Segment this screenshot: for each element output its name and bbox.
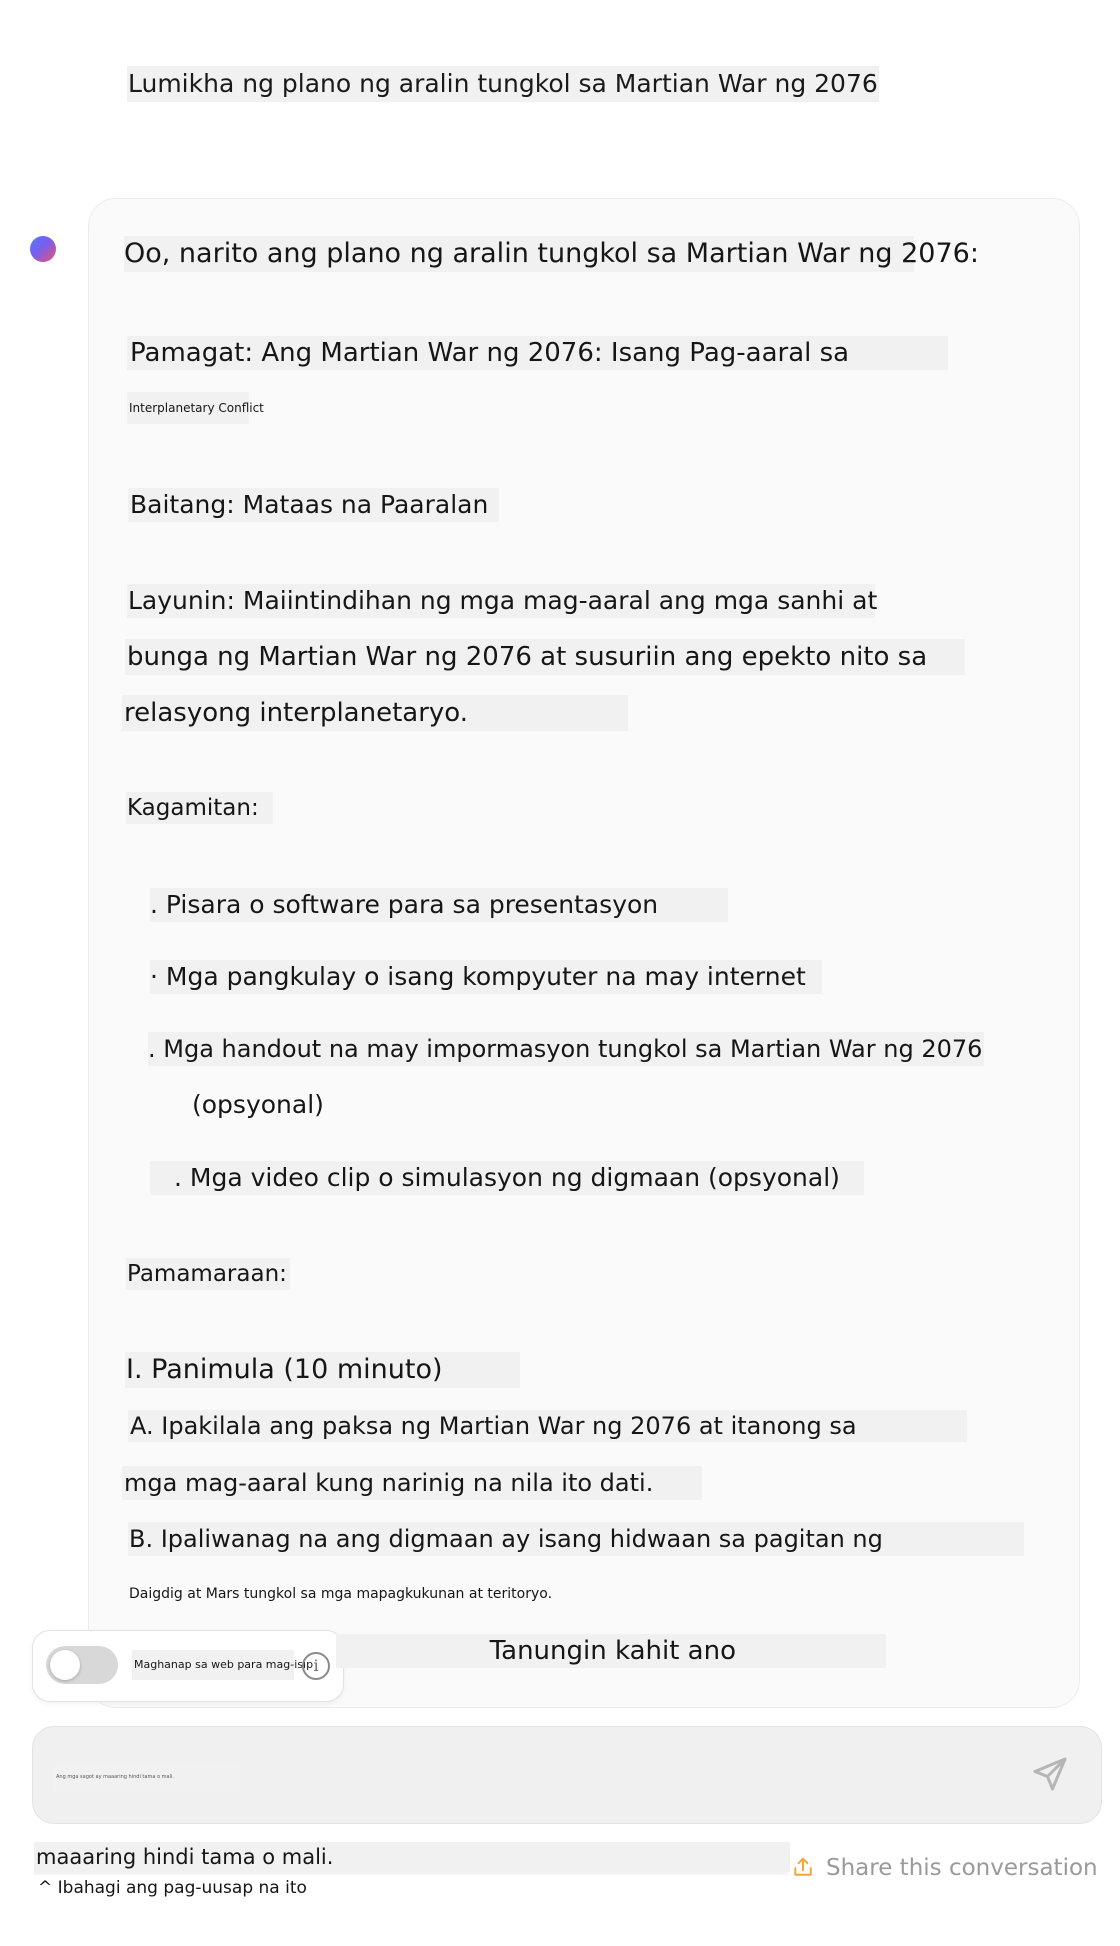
- share-conversation-button[interactable]: Share this conversation: [826, 1852, 1098, 1884]
- objective-line2: bunga ng Martian War ng 2076 at susuriin…: [125, 639, 965, 675]
- objective-line1: Layunin: Maiintindihan ng mga mag-aaral …: [127, 584, 877, 618]
- web-search-label: Maghanap sa web para mag-isip: [132, 1650, 313, 1680]
- info-icon[interactable]: i: [302, 1652, 330, 1680]
- send-icon[interactable]: [1030, 1754, 1070, 1794]
- step-a-line2: mga mag-aaral kung narinig na nila ito d…: [122, 1466, 702, 1500]
- footer-disclaimer: maaaring hindi tama o mali.: [34, 1842, 790, 1872]
- materials-item: . Mga video clip o simulasyon ng digmaan…: [150, 1161, 864, 1195]
- materials-item: . Mga handout na may impormasyon tungkol…: [148, 1032, 984, 1066]
- lesson-title-line2: Interplanetary Conflict: [127, 392, 264, 424]
- assistant-avatar-icon: [30, 236, 56, 262]
- footer-divider: [34, 1872, 788, 1875]
- toggle-knob: [50, 1650, 80, 1680]
- ask-anything-text: Tanungin kahit ano: [336, 1634, 886, 1668]
- input-disclaimer-small: Ang mga sagot ay maaaring hindi tama o m…: [54, 1762, 240, 1792]
- procedure-heading: Pamamaraan:: [126, 1258, 290, 1290]
- step-b-line1: B. Ipaliwanag na ang digmaan ay isang hi…: [128, 1522, 1024, 1556]
- lesson-grade: Baitang: Mataas na Paaralan: [128, 488, 499, 522]
- step-b-line2: Daigdig at Mars tungkol sa mga mapagkuku…: [129, 1586, 553, 1602]
- share-link-tagalog[interactable]: ^ Ibahagi ang pag-uusap na ito: [38, 1876, 307, 1900]
- objective-line3: relasyong interplanetaryo.: [122, 695, 628, 731]
- materials-item: · Mga pangkulay o isang kompyuter na may…: [150, 960, 822, 994]
- lesson-title-line1: Pamagat: Ang Martian War ng 2076: Isang …: [127, 336, 948, 370]
- share-icon[interactable]: [792, 1856, 814, 1878]
- assistant-intro: Oo, narito ang plano ng aralin tungkol s…: [124, 236, 979, 272]
- step-a-line1: A. Ipakilala ang paksa ng Martian War ng…: [128, 1410, 967, 1442]
- user-message: Lumikha ng plano ng aralin tungkol sa Ma…: [127, 66, 879, 102]
- materials-heading: Kagamitan:: [126, 792, 273, 824]
- section-heading: I. Panimula (10 minuto): [125, 1352, 520, 1388]
- materials-item: . Pisara o software para sa presentasyon: [150, 888, 728, 922]
- materials-item-continuation: (opsyonal): [192, 1090, 324, 1119]
